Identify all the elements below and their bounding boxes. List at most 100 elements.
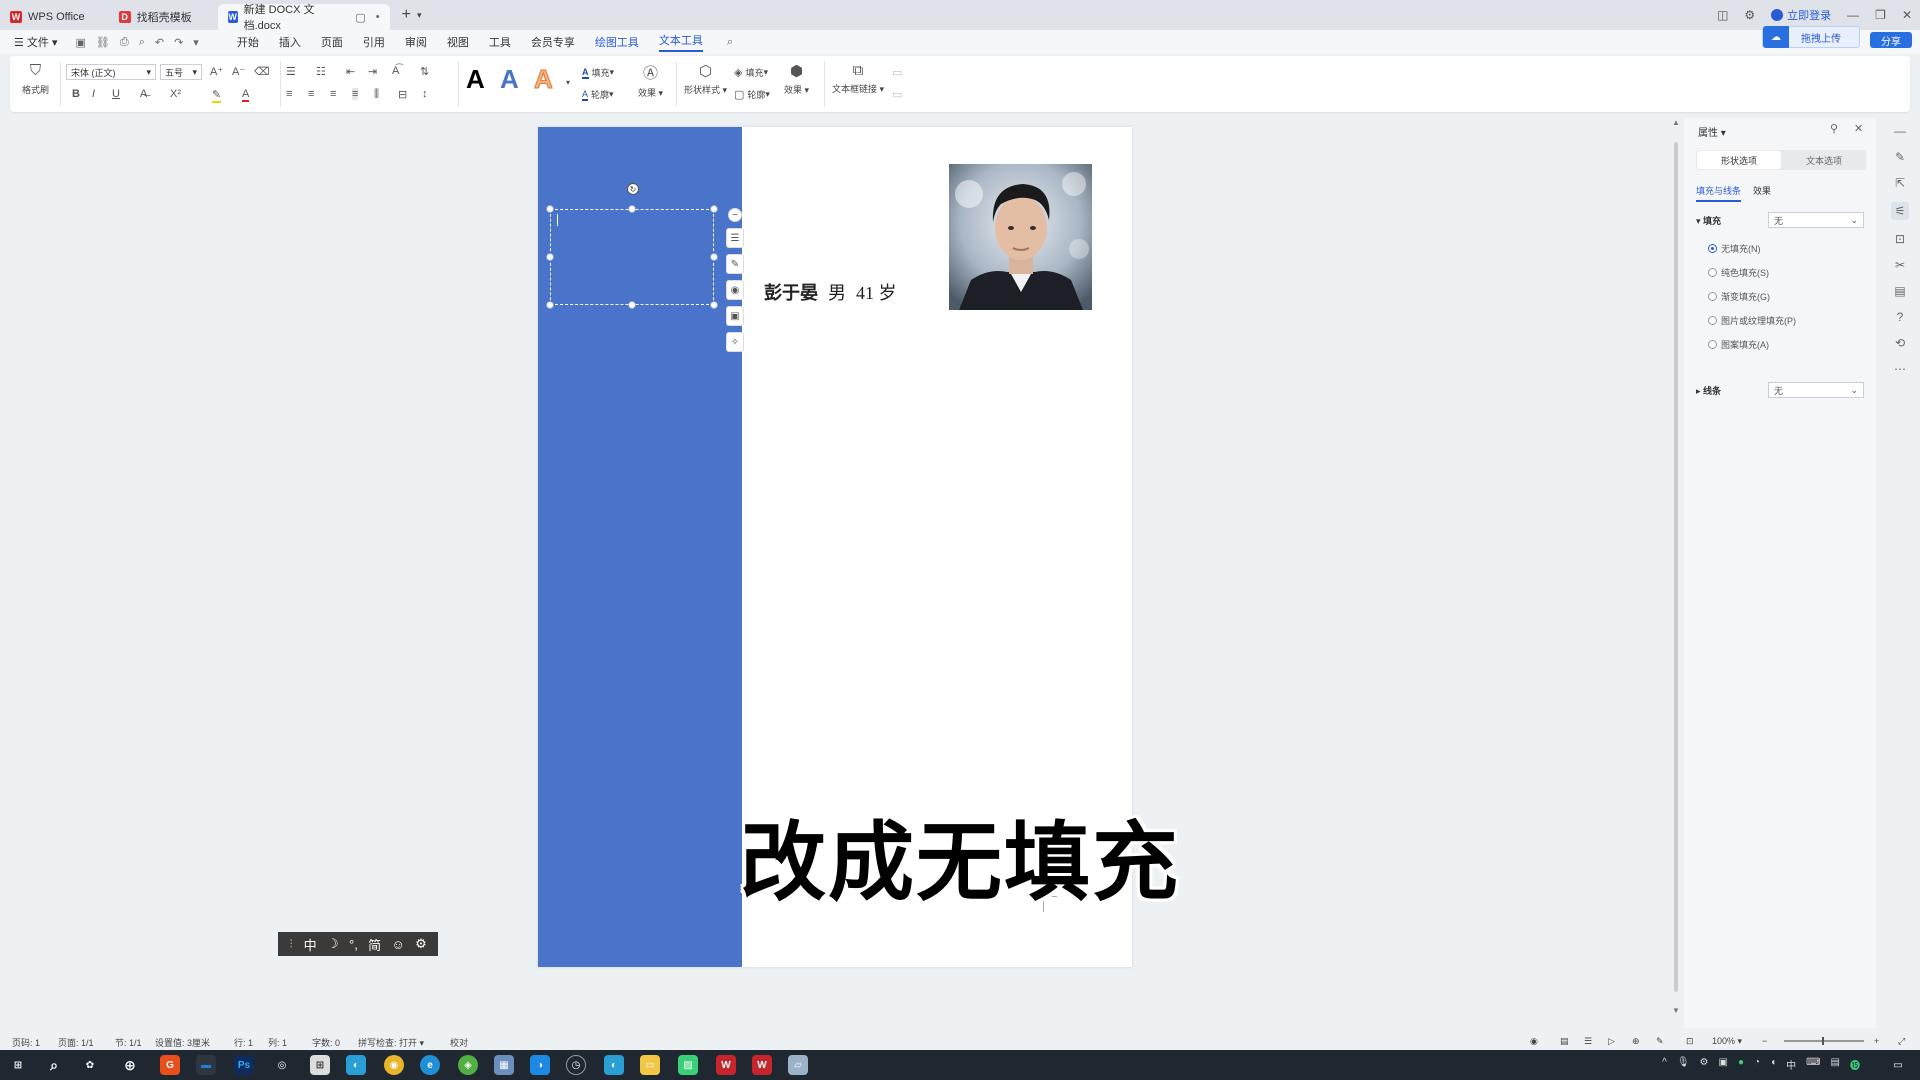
zoom-slider[interactable]: [1784, 1037, 1864, 1045]
columns-icon[interactable]: ⊟: [398, 88, 407, 101]
menu-start[interactable]: 开始: [237, 34, 259, 50]
ime-settings-icon[interactable]: ⚙: [415, 936, 427, 952]
vertical-scrollbar[interactable]: ▲ ▼: [1672, 118, 1680, 1028]
backup-icon[interactable]: ⟲: [1895, 336, 1905, 350]
close-icon[interactable]: ✕: [1902, 8, 1912, 22]
scroll-down-icon[interactable]: ▼: [1672, 1006, 1680, 1015]
shape-fill-quick-icon[interactable]: ◉: [726, 280, 744, 300]
tab-docer[interactable]: D 找稻壳模板: [109, 4, 202, 30]
text-style-orange-icon[interactable]: A: [534, 64, 554, 95]
profile-photo[interactable]: [949, 164, 1092, 310]
start-icon[interactable]: ⊞: [8, 1055, 28, 1075]
scroll-up-icon[interactable]: ▲: [1672, 118, 1680, 127]
text-style-more-icon[interactable]: ▾: [566, 78, 570, 87]
print-icon[interactable]: ⎙: [120, 36, 129, 49]
create-link-icon[interactable]: ▭: [892, 66, 902, 79]
save-icon[interactable]: ▣: [76, 36, 86, 49]
shape-style-button[interactable]: ⬡ 形状样式 ▾: [684, 62, 727, 96]
resize-handle[interactable]: [546, 301, 554, 309]
format-painter-button[interactable]: ⛉ 格式刷: [22, 62, 49, 96]
selected-textbox[interactable]: [550, 209, 714, 305]
book-icon[interactable]: ▤: [1894, 284, 1905, 298]
strikethrough-icon[interactable]: A̶: [140, 88, 147, 100]
eye-protect-icon[interactable]: ◉: [1530, 1036, 1538, 1047]
keyboard-icon[interactable]: ⌨: [1806, 1057, 1820, 1072]
radio-pattern-fill[interactable]: 图案填充(A): [1708, 338, 1769, 351]
text-fill-button[interactable]: A 填充 ▾: [582, 66, 614, 79]
fill-section-header[interactable]: ▾ 填充: [1696, 214, 1721, 227]
login-button[interactable]: 立即登录: [1771, 7, 1831, 23]
tray-up-icon[interactable]: ^: [1662, 1057, 1667, 1072]
app-icon-5[interactable]: ⊞: [310, 1055, 330, 1075]
resize-handle[interactable]: [710, 253, 718, 261]
pin-icon[interactable]: ⚲: [1830, 122, 1838, 135]
distribute-icon[interactable]: ⫼: [374, 88, 379, 101]
panel-close-icon[interactable]: ✕: [1854, 122, 1863, 135]
shrink-font-icon[interactable]: A⁻: [232, 65, 245, 78]
grow-font-icon[interactable]: A⁺: [210, 65, 223, 78]
play-icon[interactable]: ▷: [1608, 1036, 1615, 1047]
radio-gradient-fill[interactable]: 渐变填充(G): [1708, 290, 1770, 303]
ime-punct-icon[interactable]: °,: [349, 937, 358, 952]
ime-simplified-toggle[interactable]: 简: [368, 935, 381, 954]
pen-mode-icon[interactable]: ✎: [1656, 1036, 1664, 1047]
text-style-blue-icon[interactable]: A: [500, 64, 519, 95]
align-center-icon[interactable]: ≡: [308, 88, 314, 100]
more-icon[interactable]: ▾: [193, 36, 199, 49]
tab-shape-options[interactable]: 形状选项: [1697, 151, 1781, 169]
resize-handle[interactable]: [710, 301, 718, 309]
outdent-icon[interactable]: ⇤: [346, 65, 355, 78]
app-icon-2[interactable]: G: [160, 1055, 180, 1075]
tray-app-icon[interactable]: ⚙: [1700, 1057, 1709, 1072]
notification-icon[interactable]: ▭: [1888, 1055, 1908, 1075]
font-name-select[interactable]: 宋体 (正文) ▾: [66, 64, 156, 80]
status-proofread[interactable]: 校对: [450, 1036, 468, 1049]
tools-icon[interactable]: ✂: [1895, 258, 1905, 272]
ime-chinese-toggle[interactable]: 中: [304, 935, 317, 954]
shape-effect-button[interactable]: ⬢ 效果 ▾: [784, 62, 809, 96]
resize-handle[interactable]: [628, 301, 636, 309]
chrome-icon[interactable]: ◉: [384, 1055, 404, 1075]
layout-options-icon[interactable]: ☰: [726, 228, 744, 248]
text-style-black-icon[interactable]: A: [466, 64, 485, 95]
zoom-task-icon[interactable]: ⊕: [120, 1055, 140, 1075]
app-icon-1[interactable]: ✿: [80, 1055, 100, 1075]
magic-icon[interactable]: ✧: [726, 332, 744, 352]
collapse-panel-icon[interactable]: —: [1894, 124, 1906, 138]
tab-fill-line[interactable]: 填充与线条: [1696, 184, 1742, 202]
tab-wps-office[interactable]: W WPS Office: [0, 4, 95, 30]
line-spacing-icon[interactable]: ↕: [422, 88, 428, 100]
app-icon-7[interactable]: ◈: [458, 1055, 478, 1075]
photoshop-icon[interactable]: Ps: [234, 1055, 254, 1075]
search-task-icon[interactable]: ⌕: [44, 1055, 64, 1075]
tab-effect[interactable]: 效果: [1753, 184, 1771, 202]
wifi-icon[interactable]: ◔: [1754, 1057, 1760, 1072]
network-icon[interactable]: ▣: [1719, 1057, 1728, 1072]
number-list-icon[interactable]: ☷: [316, 65, 326, 78]
file-menu[interactable]: ☰ 文件 ▾: [14, 34, 58, 50]
wechat-icon[interactable]: ●: [1738, 1057, 1744, 1072]
wps-icon-2[interactable]: W: [752, 1055, 772, 1075]
app-icon-8[interactable]: ▦: [494, 1055, 514, 1075]
rotate-handle-icon[interactable]: ↻: [627, 183, 639, 195]
zoom-out-icon[interactable]: −: [1762, 1036, 1767, 1046]
bold-icon[interactable]: B: [72, 88, 80, 100]
cloud-upload-button[interactable]: ☁ 拖拽上传: [1762, 26, 1860, 48]
edge-icon[interactable]: e: [420, 1055, 440, 1075]
layout-icon[interactable]: ◫: [1717, 8, 1728, 22]
page-view-icon[interactable]: ▤: [1560, 1036, 1569, 1047]
edit-icon[interactable]: ✎: [1895, 150, 1905, 164]
status-pages[interactable]: 页面: 1/1: [58, 1036, 94, 1049]
resize-handle[interactable]: [710, 205, 718, 213]
mic-icon[interactable]: 🎙: [1677, 1057, 1690, 1072]
app-icon-9[interactable]: ◑: [530, 1055, 550, 1075]
menu-member[interactable]: 会员专享: [531, 34, 575, 50]
break-link-icon[interactable]: ▭: [892, 88, 902, 101]
font-color-icon[interactable]: A: [242, 88, 250, 102]
preview-icon[interactable]: ⌕: [139, 36, 145, 49]
collapse-icon[interactable]: −: [728, 208, 742, 222]
badge-icon[interactable]: ⓯: [1850, 1057, 1860, 1072]
clear-format-icon[interactable]: ⌫: [254, 65, 270, 78]
textbox-link-button[interactable]: ⧉ 文本框链接 ▾: [832, 62, 884, 95]
fill-select[interactable]: 无 ⌄: [1768, 212, 1864, 228]
